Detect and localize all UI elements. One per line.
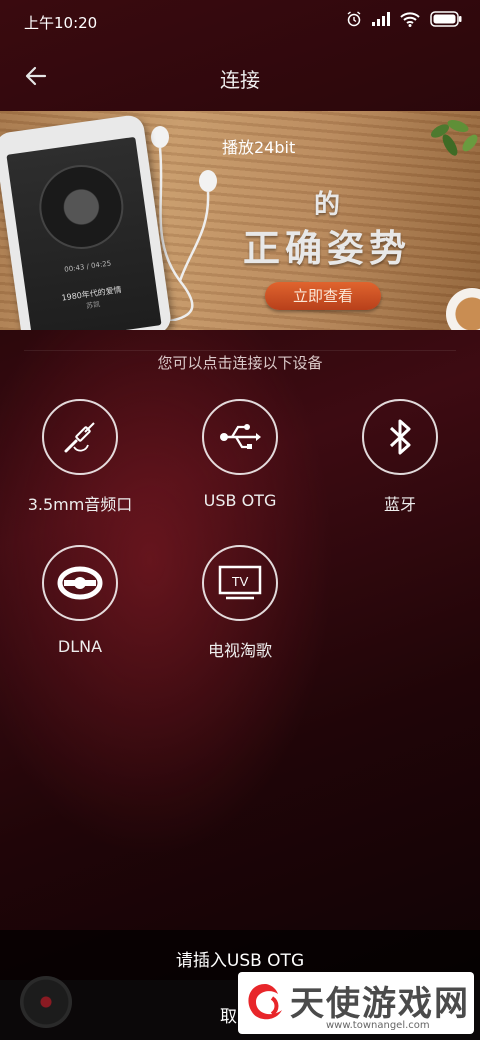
banner-headline-2: 的 <box>313 190 340 220</box>
status-icons <box>346 11 462 27</box>
banner-headline-3: 正确姿势 <box>243 227 411 270</box>
usb-icon <box>220 424 261 449</box>
device-label: USB OTG <box>203 491 277 510</box>
player-text-fragment: 取 <box>220 1007 237 1027</box>
alarm-icon <box>347 11 361 27</box>
headphone-jack-icon <box>64 422 95 453</box>
device-label: 3.5mm音频口 <box>27 495 133 514</box>
dlna-icon <box>57 566 103 600</box>
tv-icon-text: TV <box>232 574 249 589</box>
wifi-icon <box>400 11 420 27</box>
device-label: 蓝牙 <box>383 495 416 514</box>
app-header: 连接 <box>0 50 480 106</box>
section-divider <box>24 350 456 351</box>
watermark-brand: 天使游戏网 <box>290 984 470 1024</box>
device-bluetooth[interactable]: 蓝牙 <box>320 399 480 515</box>
device-label: 电视淘歌 <box>207 641 272 660</box>
status-bar: 上午10:20 <box>0 0 480 44</box>
banner-cta-button[interactable]: 立即查看 <box>265 282 381 310</box>
battery-icon <box>430 11 462 27</box>
device-circle[interactable]: TV <box>202 545 278 621</box>
device-circle[interactable] <box>42 399 118 475</box>
status-time: 上午10:20 <box>24 14 98 32</box>
device-headphone-jack[interactable]: 3.5mm音频口 <box>0 399 160 515</box>
device-circle[interactable] <box>202 399 278 475</box>
vinyl-disc-icon[interactable] <box>20 976 72 1028</box>
album-art <box>33 159 129 255</box>
phone-progress-time: 00:43 / 04:25 <box>63 259 112 274</box>
device-circle[interactable] <box>362 399 438 475</box>
device-dlna[interactable]: DLNA <box>0 545 160 656</box>
tv-icon: TV <box>218 565 262 600</box>
site-watermark: 天使游戏网 www.townangel.com <box>238 972 474 1034</box>
device-tv[interactable]: TV 电视淘歌 <box>160 545 320 661</box>
otg-notice-text: 请插入USB OTG <box>175 951 305 971</box>
device-label: DLNA <box>57 637 103 656</box>
watermark-logo-icon <box>248 984 282 1020</box>
coffee-cup-image <box>446 288 480 330</box>
section-subtitle: 您可以点击连接以下设备 <box>157 354 323 372</box>
banner-headline-1: 播放24bit <box>222 138 296 157</box>
watermark-url: www.townangel.com <box>326 1020 430 1031</box>
signal-icon <box>372 12 390 26</box>
bluetooth-icon <box>389 419 411 455</box>
device-usb-otg[interactable]: USB OTG <box>160 399 320 510</box>
page-title: 连接 <box>220 68 260 92</box>
device-circle[interactable] <box>42 545 118 621</box>
